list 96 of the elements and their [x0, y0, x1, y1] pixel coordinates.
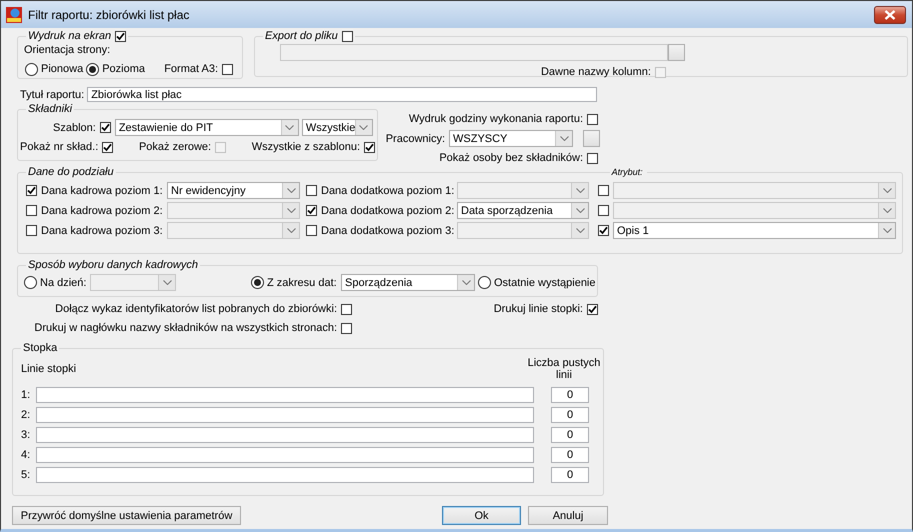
ok-button[interactable]: Ok: [442, 506, 521, 525]
checkbox[interactable]: [306, 205, 317, 216]
group-title: Składniki: [28, 102, 72, 116]
column-header: Linie stopki: [21, 362, 76, 376]
caret-icon: [286, 208, 296, 213]
checkbox[interactable]: [222, 64, 233, 74]
checkbox[interactable]: [26, 185, 37, 196]
radio-button[interactable]: [86, 62, 100, 76]
dropdown[interactable]: Nr ewidencyjny: [167, 182, 300, 199]
radio-label: Na dzień:: [40, 276, 86, 290]
text-field[interactable]: 0: [551, 447, 589, 463]
checkbox-label: Wydruk godziny wykonania raportu:: [408, 112, 583, 126]
text-field[interactable]: Zbiorówka list płac: [87, 87, 598, 102]
caret-icon: [285, 125, 294, 130]
dropdown[interactable]: Opis 1: [613, 222, 896, 239]
checkbox[interactable]: [587, 114, 598, 124]
window-title: Filtr raportu: zbiorówki list płac: [28, 8, 190, 22]
checkbox[interactable]: [115, 30, 126, 42]
text-field[interactable]: 0: [551, 387, 589, 403]
checkbox-label: Pokaż zerowe:: [138, 140, 212, 154]
field-label: Tytuł raportu:: [20, 88, 84, 102]
restore-defaults-button[interactable]: Przywróć domyślne ustawienia parametrów: [12, 506, 241, 525]
checkbox-label: Drukuj w nagłówku nazwy składników na wszystkich stronach:: [34, 321, 337, 335]
dropdown[interactable]: WSZYSCY: [449, 130, 573, 147]
row-number: 2:: [21, 408, 32, 422]
field-label: Pracownicy:: [386, 132, 445, 146]
group-title: Dane do podziału: [28, 165, 115, 179]
caret-icon: [882, 188, 892, 193]
close-button[interactable]: [874, 6, 906, 24]
radio-label: Pozioma: [102, 62, 145, 76]
checkbox[interactable]: [587, 304, 598, 314]
caret-icon: [576, 228, 584, 233]
text-field[interactable]: [36, 467, 534, 483]
radio-label: Ostatnie wystąpienie: [494, 276, 596, 290]
caret-icon: [162, 280, 172, 285]
caret-icon: [286, 228, 296, 233]
text-field[interactable]: 0: [551, 407, 589, 423]
checkbox-label: Drukuj linie stopki:: [494, 302, 583, 316]
column-header: Liczba pustych linii: [527, 357, 601, 381]
checkbox[interactable]: [587, 152, 598, 164]
text-field[interactable]: [36, 387, 534, 403]
caret-icon: [359, 125, 368, 130]
checkbox[interactable]: [598, 225, 609, 236]
checkbox-label: Pokaż osoby bez składników:: [439, 151, 583, 165]
row-number: 5:: [21, 468, 32, 482]
group-title: Stopka: [23, 341, 58, 355]
checkbox-label: Wszystkie z szablonu:: [252, 140, 360, 154]
checkbox[interactable]: [341, 304, 352, 314]
dropdown[interactable]: Data sporządzenia: [457, 202, 589, 219]
close-icon: [884, 10, 896, 20]
checkbox[interactable]: [100, 122, 111, 133]
radio-button[interactable]: [478, 276, 491, 289]
text-field[interactable]: [36, 407, 534, 423]
checkbox-label: Export do pliku: [265, 29, 338, 43]
text-field[interactable]: 0: [551, 467, 589, 483]
checkbox-label: Dana dodatkowa poziom 1:: [321, 184, 454, 198]
caret-icon: [560, 136, 568, 141]
checkbox-label: Wydruk na ekran: [28, 29, 112, 43]
checkbox-label: Dana kadrowa poziom 1:: [41, 184, 163, 198]
text-field[interactable]: [36, 427, 534, 443]
radio-label: Z zakresu dat:: [267, 276, 337, 290]
caret-icon: [882, 228, 892, 233]
caret-icon: [286, 188, 296, 193]
checkbox[interactable]: [364, 142, 375, 152]
checkbox[interactable]: [342, 30, 353, 42]
text-field[interactable]: 0: [551, 427, 589, 443]
radio-button[interactable]: [251, 276, 264, 289]
row-number: 1:: [21, 388, 32, 402]
row-number: 4:: [21, 448, 32, 462]
dropdown[interactable]: Sporządzenia: [341, 274, 475, 291]
field-label: Orientacja strony:: [24, 43, 112, 57]
group-title: Atrybut:: [610, 166, 644, 179]
checkbox-label: Szablon:: [53, 120, 96, 134]
caret-icon: [576, 188, 584, 193]
checkbox-label: Pokaż nr skład.:: [20, 140, 98, 154]
dropdown[interactable]: Zestawienie do PIT: [114, 119, 299, 136]
radio-button[interactable]: [25, 62, 38, 76]
checkbox[interactable]: [102, 142, 114, 152]
dropdown[interactable]: Wszystkie: [302, 119, 373, 136]
checkbox-label: Dana dodatkowa poziom 3:: [321, 224, 454, 238]
caret-icon: [462, 280, 470, 285]
checkbox[interactable]: [341, 322, 352, 334]
checkbox-label: Dawne nazwy kolumn:: [540, 65, 651, 79]
text-field[interactable]: [36, 447, 534, 463]
radio-label: Pionowa: [41, 62, 84, 76]
checkbox-label: Dana kadrowa poziom 3:: [41, 224, 163, 238]
checkbox-label: Dołącz wykaz identyfikatorów list pobranych do zbiorówki:: [55, 302, 337, 316]
row-number: 3:: [21, 428, 32, 442]
checkbox-label: Dana kadrowa poziom 2:: [41, 204, 163, 218]
checkbox-label: Dana dodatkowa poziom 2:: [321, 204, 454, 218]
caret-icon: [882, 208, 892, 213]
caret-icon: [576, 208, 584, 213]
app-icon: [6, 6, 22, 22]
cancel-button[interactable]: Anuluj: [528, 506, 608, 525]
checkbox-label: Format A3:: [164, 62, 218, 76]
group-title: Sposób wyboru danych kadrowych: [28, 258, 198, 272]
